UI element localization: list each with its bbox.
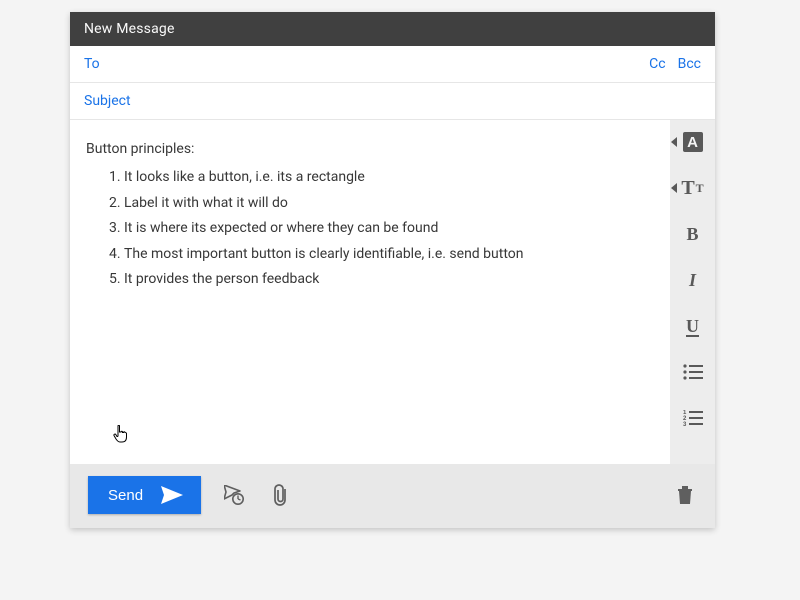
- body-ordered-list: It looks like a button, i.e. its a recta…: [124, 166, 654, 290]
- list-item: It looks like a button, i.e. its a recta…: [124, 166, 654, 188]
- svg-text:3: 3: [683, 422, 687, 426]
- attach-button[interactable]: [269, 483, 293, 507]
- bulleted-list-tool[interactable]: [679, 358, 707, 386]
- underline-tool[interactable]: U: [679, 312, 707, 340]
- cursor-pointer-icon: [113, 425, 129, 443]
- send-later-button[interactable]: [223, 483, 247, 507]
- to-label: To: [84, 56, 100, 72]
- text-color-tool[interactable]: A: [679, 128, 707, 156]
- list-item: Label it with what it will do: [124, 192, 654, 214]
- to-field-row[interactable]: To Cc Bcc: [70, 46, 715, 83]
- window-titlebar[interactable]: New Message: [70, 12, 715, 46]
- text-size-small-icon: T: [696, 181, 704, 196]
- subject-label: Subject: [84, 93, 131, 109]
- list-item: It is where its expected or where they c…: [124, 217, 654, 239]
- body-heading: Button principles:: [86, 138, 654, 160]
- window-title: New Message: [84, 21, 175, 37]
- underline-icon: U: [686, 316, 699, 337]
- message-body-editor[interactable]: Button principles: It looks like a butto…: [70, 120, 670, 464]
- list-item: The most important button is clearly ide…: [124, 243, 654, 265]
- subject-field-row[interactable]: Subject: [70, 83, 715, 120]
- numbered-list-icon: 1 2 3: [683, 410, 703, 426]
- text-size-tool[interactable]: T T: [679, 174, 707, 202]
- send-button[interactable]: Send: [88, 476, 201, 514]
- text-size-big-icon: T: [681, 177, 694, 200]
- compose-footer: Send: [70, 464, 715, 528]
- italic-tool[interactable]: I: [679, 266, 707, 294]
- compose-window: New Message To Cc Bcc Subject Button pri…: [70, 12, 715, 528]
- bold-icon: B: [686, 224, 698, 245]
- italic-icon: I: [689, 270, 696, 291]
- text-color-icon: A: [683, 132, 703, 152]
- bcc-link[interactable]: Bcc: [678, 56, 701, 72]
- send-later-icon: [224, 485, 246, 505]
- send-icon: [161, 486, 183, 504]
- trash-icon: [676, 485, 694, 505]
- cc-link[interactable]: Cc: [649, 56, 665, 72]
- send-button-label: Send: [108, 487, 143, 504]
- bulleted-list-icon: [683, 364, 703, 380]
- format-toolbar: A T T B I U: [670, 120, 715, 464]
- discard-button[interactable]: [673, 483, 697, 507]
- list-item: It provides the person feedback: [124, 268, 654, 290]
- bold-tool[interactable]: B: [679, 220, 707, 248]
- numbered-list-tool[interactable]: 1 2 3: [679, 404, 707, 432]
- paperclip-icon: [274, 484, 288, 506]
